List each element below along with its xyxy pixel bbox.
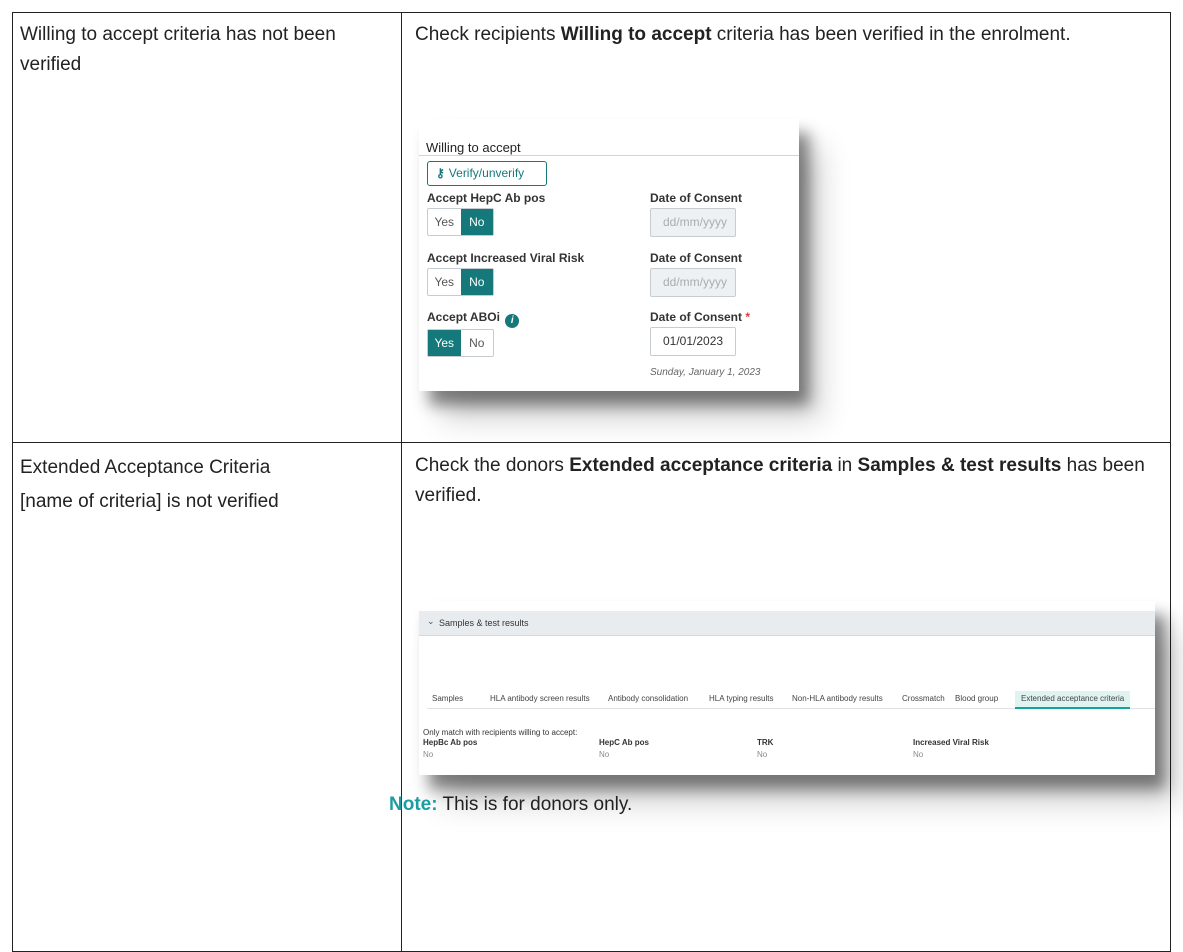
aboi-label: Accept ABOi i <box>427 310 520 328</box>
col-increased-viral-risk: Increased Viral Risk No <box>913 738 989 759</box>
description-extended: Check the donors Extended acceptance cri… <box>415 455 1145 506</box>
required-marker: * <box>745 310 751 324</box>
tab-hla-antibody-screen[interactable]: HLA antibody screen results <box>490 691 590 707</box>
tab-crossmatch[interactable]: Crossmatch <box>902 691 945 707</box>
tab-hla-typing[interactable]: HLA typing results <box>709 691 773 707</box>
aboi-date-label: Date of Consent * <box>650 310 751 324</box>
verify-unverify-button[interactable]: ⚷ Verify/unverify <box>427 161 547 186</box>
donor-note: Note: This is for donors only. <box>389 790 632 820</box>
samples-test-results-screenshot: ⌄ Samples & test results Samples HLA ant… <box>419 601 1155 775</box>
hepc-yes[interactable]: Yes <box>428 209 461 235</box>
info-icon[interactable]: i <box>505 314 520 328</box>
willing-subtitle: Only match with recipients willing to ac… <box>423 728 578 737</box>
tab-antibody-consolidation[interactable]: Antibody consolidation <box>608 691 688 707</box>
samples-section-header[interactable]: ⌄ Samples & test results <box>419 611 1155 636</box>
aboi-yes[interactable]: Yes <box>428 330 461 356</box>
issue-line-2: [name of criteria] is not verified <box>20 491 279 512</box>
hepc-label: Accept HepC Ab pos <box>427 191 546 205</box>
row-divider <box>13 442 1170 443</box>
description-willing: Check recipients Willing to accept crite… <box>415 24 1071 45</box>
note-label: Note: <box>389 794 438 815</box>
tab-blood-group[interactable]: Blood group <box>955 691 998 707</box>
issue-text-willing: Willing to accept criteria has not been … <box>20 24 336 75</box>
samples-section-title: Samples & test results <box>439 618 529 628</box>
tab-extended-acceptance[interactable]: Extended acceptance criteria <box>1015 691 1131 709</box>
col-trk: TRK No <box>757 738 774 759</box>
viral-risk-toggle[interactable]: Yes No <box>427 268 494 296</box>
aboi-toggle[interactable]: Yes No <box>427 329 494 357</box>
col-hepbc: HepBc Ab pos No <box>423 738 478 759</box>
viral-risk-date-field[interactable]: dd/mm/yyyy <box>650 268 736 297</box>
viral-risk-date-label: Date of Consent <box>650 251 743 265</box>
hepc-date-label: Date of Consent <box>650 191 743 205</box>
issue-line-1: Extended Acceptance Criteria <box>20 457 271 478</box>
willing-to-accept-screenshot: Willing to accept ⚷ Verify/unverify Accep… <box>419 119 799 391</box>
col-hepc: HepC Ab pos No <box>599 738 649 759</box>
viral-risk-no[interactable]: No <box>460 269 493 295</box>
hepc-toggle[interactable]: Yes No <box>427 208 494 236</box>
aboi-date-hint: Sunday, January 1, 2023 <box>650 367 761 378</box>
chevron-down-icon[interactable]: ⌄ <box>427 616 435 627</box>
willing-header: Willing to accept <box>426 140 521 155</box>
tab-non-hla-antibody[interactable]: Non-HLA antibody results <box>792 691 883 707</box>
aboi-no[interactable]: No <box>461 330 494 356</box>
tab-samples[interactable]: Samples <box>432 691 463 707</box>
viral-risk-yes[interactable]: Yes <box>428 269 461 295</box>
note-text: This is for donors only. <box>437 794 633 815</box>
hepc-date-field[interactable]: dd/mm/yyyy <box>650 208 736 237</box>
viral-risk-label: Accept Increased Viral Risk <box>427 251 585 265</box>
aboi-date-field[interactable]: 01/01/2023 <box>650 327 736 356</box>
hepc-no[interactable]: No <box>460 209 493 235</box>
samples-tabs: Samples HLA antibody screen results Anti… <box>427 691 1155 709</box>
header-divider <box>419 155 799 156</box>
key-icon: ⚷ <box>436 166 445 180</box>
issue-text-extended: Extended Acceptance Criteria [name of cr… <box>20 451 370 519</box>
